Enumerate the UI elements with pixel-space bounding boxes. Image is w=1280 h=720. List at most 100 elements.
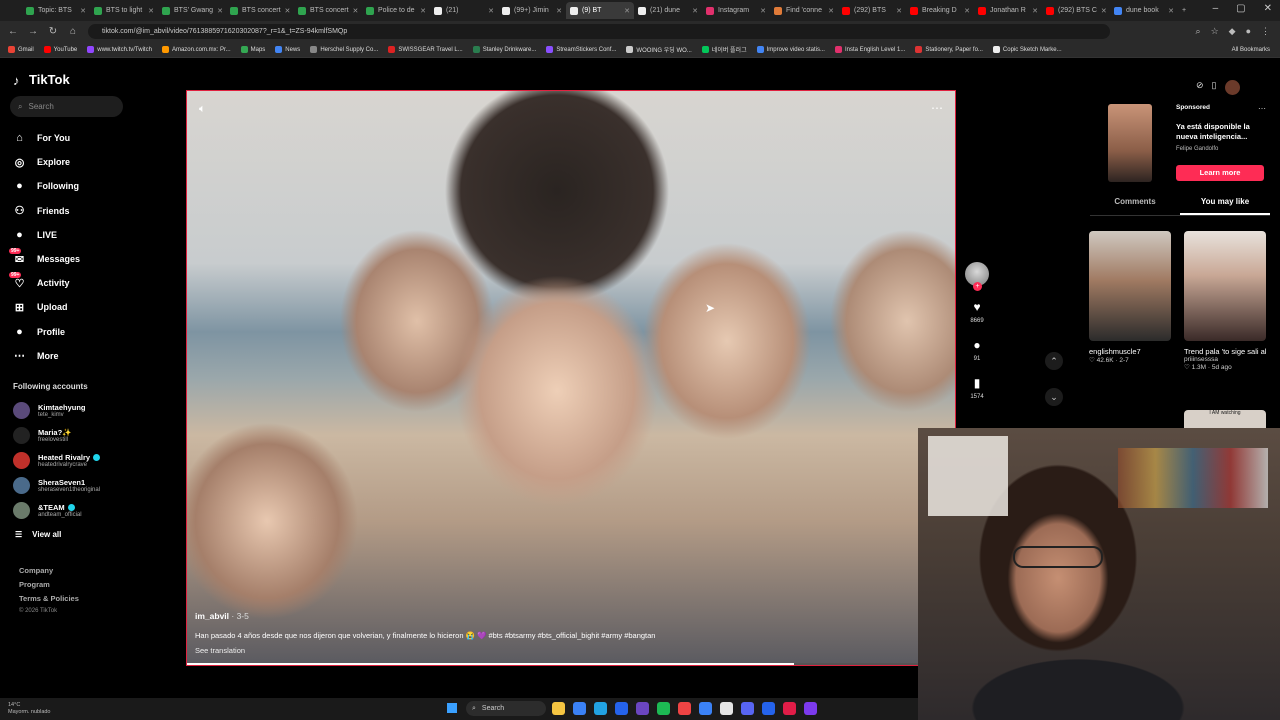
extensions-icon[interactable]: ◆ [1229, 26, 1236, 37]
home-browser-icon[interactable]: ⌂ [68, 26, 78, 37]
tab-close-icon[interactable]: ✕ [285, 7, 291, 15]
bookmark-item[interactable]: Improve video statis... [756, 46, 825, 53]
bookmark-item[interactable]: Insta English Level 1... [834, 46, 905, 53]
taskbar-app-icon[interactable] [804, 702, 817, 715]
browser-tab[interactable]: BTS' Gwang ✕ [158, 2, 226, 19]
tab-close-icon[interactable]: ✕ [420, 7, 426, 15]
taskbar-app-icon[interactable] [573, 702, 586, 715]
tab-close-icon[interactable]: ✕ [1168, 7, 1174, 15]
tab-close-icon[interactable]: ✕ [828, 7, 834, 15]
browser-tab[interactable]: (21) ✕ [430, 2, 498, 19]
tab-close-icon[interactable]: ✕ [1101, 7, 1107, 15]
browser-tab[interactable]: Topic: BTS ✕ [22, 2, 90, 19]
taskbar-app-icon[interactable] [615, 702, 628, 715]
learn-more-button[interactable]: Learn more [1176, 165, 1264, 181]
send-icon[interactable]: ⊘ [1196, 80, 1204, 95]
windows-start-icon[interactable] [447, 703, 457, 713]
bookmark-item[interactable]: Copic Sketch Marke... [992, 46, 1062, 53]
tab-close-icon[interactable]: ✕ [488, 7, 494, 15]
following-account[interactable]: &TEAM andteam_official [13, 498, 100, 523]
tab-close-icon[interactable]: ✕ [217, 7, 223, 15]
see-translation-link[interactable]: See translation [195, 646, 655, 655]
bookmark-item[interactable]: Gmail [8, 46, 34, 53]
back-icon[interactable]: ← [8, 26, 18, 37]
follow-plus-icon[interactable]: + [973, 282, 982, 291]
tab-you-may-like[interactable]: You may like [1180, 197, 1270, 215]
tab-close-icon[interactable]: ✕ [692, 7, 698, 15]
following-account[interactable]: Maria?✨ freelovestill [13, 423, 100, 448]
tiktok-logo[interactable]: ♪ TikTok [13, 72, 70, 88]
taskbar-app-icon[interactable] [594, 702, 607, 715]
browser-tab[interactable]: (292) BTS C ✕ [1042, 2, 1110, 19]
footer-terms[interactable]: Terms & Policies [19, 594, 79, 603]
video-player[interactable]: 🔈︎ ⋯ ➤ im_abvil · 3-5 Han pasado 4 años … [186, 90, 956, 666]
tab-close-icon[interactable]: ✕ [624, 7, 630, 15]
nav-item-live[interactable]: ● LIVE [12, 223, 80, 247]
browser-tab[interactable]: (99+) Jimin ✕ [498, 2, 566, 19]
tab-comments[interactable]: Comments [1090, 197, 1180, 215]
nav-item-upload[interactable]: ⊞ Upload [12, 295, 80, 319]
nav-item-more[interactable]: ⋯ More [12, 344, 80, 368]
search-input[interactable]: ⌕ Search [10, 96, 123, 117]
recommended-card[interactable]: Trend pala 'to sige sali ako. 😂 🙏 priiin… [1184, 231, 1266, 371]
bookmark-item[interactable]: Herschel Supply Co... [310, 46, 378, 53]
taskbar-app-icon[interactable] [699, 702, 712, 715]
bookmark-item[interactable]: News [275, 46, 300, 53]
menu-icon[interactable]: ⋮ [1261, 26, 1270, 37]
browser-tab[interactable]: BTS concert ✕ [294, 2, 362, 19]
bookmark-item[interactable]: SWISSGEAR Travel L... [388, 46, 463, 53]
like-heart-icon[interactable]: ♥ [973, 300, 980, 314]
tab-close-icon[interactable]: ✕ [80, 7, 86, 15]
taskbar-app-icon[interactable] [552, 702, 565, 715]
nav-item-profile[interactable]: ● Profile [12, 320, 80, 344]
taskbar-app-icon[interactable] [657, 702, 670, 715]
browser-tab[interactable]: (9) BT ✕ [566, 2, 634, 19]
url-field[interactable]: tiktok.com/@im_abvil/video/7613885971620… [88, 24, 1110, 39]
browser-tab[interactable]: dune book ✕ [1110, 2, 1178, 19]
comment-bubble-icon[interactable]: ● [973, 338, 980, 352]
ad-more-icon[interactable]: ⋯ [1258, 104, 1266, 113]
tab-close-icon[interactable]: ✕ [964, 7, 970, 15]
browser-tab[interactable]: (292) BTS ✕ [838, 2, 906, 19]
star-icon[interactable]: ☆ [1211, 26, 1219, 37]
nav-item-messages[interactable]: ✉ 99+ Messages [9, 247, 80, 271]
minimize-icon[interactable]: – [1213, 3, 1219, 14]
next-card-thumbnail[interactable]: I AM watching [1184, 410, 1266, 430]
nav-item-for-you[interactable]: ⌂ For You [12, 126, 80, 150]
tab-close-icon[interactable]: ✕ [556, 7, 562, 15]
video-more-icon[interactable]: ⋯ [931, 101, 943, 115]
nav-item-following[interactable]: ● Following [12, 174, 80, 198]
view-all-button[interactable]: ☰ View all [15, 530, 61, 539]
bookmark-item[interactable]: Stationery, Paper fo... [915, 46, 983, 53]
nav-item-explore[interactable]: ◎ Explore [12, 150, 80, 174]
footer-program[interactable]: Program [19, 580, 79, 589]
browser-tab[interactable]: Breaking D ✕ [906, 2, 974, 19]
taskbar-app-icon[interactable] [783, 702, 796, 715]
bookmark-item[interactable]: Amazon.com.mx: Pr... [161, 46, 231, 53]
profile-browser-icon[interactable]: ● [1246, 26, 1251, 37]
footer-company[interactable]: Company [19, 566, 79, 575]
taskbar-app-icon[interactable] [762, 702, 775, 715]
browser-tab[interactable]: BTS concert ✕ [226, 2, 294, 19]
bookmark-item[interactable]: YouTube [43, 46, 77, 53]
bookmark-item[interactable]: Maps [240, 46, 265, 53]
recommended-card[interactable]: englishmuscle7 ♡ 42.6K · 2-7 [1089, 231, 1171, 364]
ad-thumbnail[interactable] [1108, 104, 1152, 182]
taskbar-search[interactable]: ⌕ Search [466, 701, 546, 716]
bookmark-icon[interactable]: ▮ [974, 376, 981, 390]
bookmark-item[interactable]: Stanley Drinkware... [472, 46, 536, 53]
device-icon[interactable]: ▯ [1212, 80, 1217, 95]
taskbar-app-icon[interactable] [678, 702, 691, 715]
nav-item-activity[interactable]: ♡ 99+ Activity [9, 271, 80, 295]
browser-tab[interactable]: Police to de ✕ [362, 2, 430, 19]
forward-icon[interactable]: → [28, 26, 38, 37]
following-account[interactable]: Heated Rivalry heatedrivalrycrave [13, 448, 101, 473]
bookmark-item[interactable]: www.twitch.tv/Twitch [87, 46, 152, 53]
creator-avatar[interactable]: + [965, 262, 989, 291]
user-avatar[interactable] [1224, 80, 1240, 95]
following-account[interactable]: SheraSeven1 sheraseven1theoriginal [13, 473, 100, 498]
nav-item-friends[interactable]: ⚇ Friends [12, 199, 80, 223]
tab-close-icon[interactable]: ✕ [148, 7, 154, 15]
bookmark-item[interactable]: StreamStickers Conf... [546, 46, 616, 53]
bookmark-item[interactable]: 네이버 플러그 [701, 45, 747, 54]
